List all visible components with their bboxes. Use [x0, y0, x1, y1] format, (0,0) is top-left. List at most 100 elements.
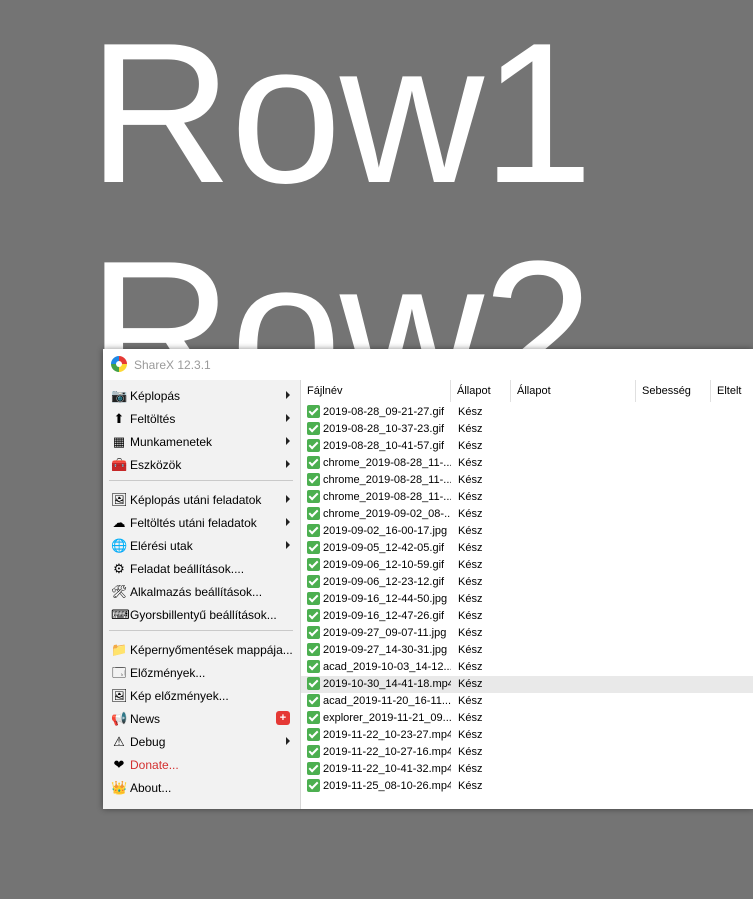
checkmark-icon [307, 779, 320, 792]
table-row[interactable]: 2019-08-28_10-41-57.gif Kész [301, 438, 753, 455]
table-row[interactable]: 2019-09-02_16-00-17.jpg Kész [301, 523, 753, 540]
table-row[interactable]: 2019-09-05_12-42-05.gif Kész [301, 540, 753, 557]
menu-item-7[interactable]: ⚙ Feladat beállítások.... [103, 558, 300, 581]
file-name: 2019-11-22_10-41-32.mp4 [323, 763, 451, 775]
file-status: Kész [458, 576, 483, 588]
menu-item-5[interactable]: ☁ Feltöltés utáni feladatok [103, 512, 300, 535]
column-header-speed[interactable]: Sebesség [636, 380, 711, 402]
grid-icon: ▦ [112, 434, 126, 449]
file-status: Kész [458, 593, 483, 605]
column-header-status-2[interactable]: Állapot [511, 380, 636, 402]
column-header-filename[interactable]: Fájlnév [301, 380, 451, 402]
file-status: Kész [458, 525, 483, 537]
submenu-arrow-icon [286, 391, 290, 399]
file-name: chrome_2019-08-28_11-... [323, 491, 451, 503]
news-badge: + [276, 711, 290, 725]
table-row[interactable]: acad_2019-11-20_16-11... Kész [301, 693, 753, 710]
file-name: 2019-09-16_12-44-50.jpg [323, 593, 448, 605]
file-status: Kész [458, 661, 483, 673]
menu-item-12[interactable]: 🖼 Kép előzmények... [103, 685, 300, 708]
file-status: Kész [458, 440, 483, 452]
file-name: 2019-11-22_10-27-16.mp4 [323, 746, 451, 758]
menu-item-8[interactable]: 🛠 Alkalmazás beállítások... [103, 581, 300, 604]
menu-item-label: Képlopás [130, 389, 181, 403]
checkmark-icon [307, 575, 320, 588]
file-status: Kész [458, 712, 483, 724]
checkmark-icon [307, 558, 320, 571]
menu-item-16[interactable]: 👑 About... [103, 777, 300, 800]
table-row[interactable]: 2019-09-16_12-47-26.gif Kész [301, 608, 753, 625]
menu-item-label: Kép előzmények... [130, 689, 229, 703]
menu-item-2[interactable]: ▦ Munkamenetek [103, 431, 300, 454]
image-history-icon: 🖼 [111, 688, 128, 703]
file-status: Kész [458, 695, 483, 707]
table-row[interactable]: chrome_2019-08-28_11-... Kész [301, 472, 753, 489]
menu-item-label: Előzmények... [130, 666, 206, 680]
table-row[interactable]: 2019-09-27_14-30-31.jpg Kész [301, 642, 753, 659]
menu-item-1[interactable]: ⬆ Feltöltés [103, 408, 300, 431]
keyboard-icon: ⌨ [111, 607, 130, 622]
menu-item-label: Munkamenetek [130, 435, 213, 449]
file-status: Kész [458, 457, 483, 469]
menu-separator [109, 630, 293, 631]
menu-item-4[interactable]: 🖼 Képlopás utáni feladatok [103, 489, 300, 512]
file-name: explorer_2019-11-21_09... [323, 712, 451, 724]
menu-item-13[interactable]: 📢 News + [103, 708, 300, 731]
file-name: 2019-08-28_10-41-57.gif [323, 440, 445, 452]
table-row[interactable]: 2019-09-06_12-10-59.gif Kész [301, 557, 753, 574]
file-name: chrome_2019-08-28_11-... [323, 474, 451, 486]
checkmark-icon [307, 660, 320, 673]
menu-item-10[interactable]: 📁 Képernyőmentések mappája... [103, 639, 300, 662]
table-row[interactable]: 2019-09-27_09-07-11.jpg Kész [301, 625, 753, 642]
table-row[interactable]: chrome_2019-08-28_11-... Kész [301, 489, 753, 506]
toolbox-icon: 🧰 [111, 457, 128, 472]
submenu-arrow-icon [286, 495, 290, 503]
file-name: 2019-09-06_12-10-59.gif [323, 559, 445, 571]
menu-item-3[interactable]: 🧰 Eszközök [103, 454, 300, 477]
checkmark-icon [307, 592, 320, 605]
column-header-elapsed[interactable]: Eltelt [711, 380, 753, 402]
title-bar[interactable]: ShareX 12.3.1 [103, 349, 753, 380]
image-task-icon: 🖼 [111, 492, 128, 507]
checkmark-icon [307, 439, 320, 452]
checkmark-icon [307, 473, 320, 486]
checkmark-icon [307, 626, 320, 639]
gear-icon: ⚙ [113, 561, 125, 576]
checkmark-icon [307, 609, 320, 622]
file-status: Kész [458, 491, 483, 503]
table-row[interactable]: 2019-09-16_12-44-50.jpg Kész [301, 591, 753, 608]
table-row[interactable]: acad_2019-10-03_14-12... Kész [301, 659, 753, 676]
table-row[interactable]: 2019-11-22_10-23-27.mp4 Kész [301, 727, 753, 744]
checkmark-icon [307, 524, 320, 537]
table-row[interactable]: 2019-11-25_08-10-26.mp4 Kész [301, 778, 753, 795]
file-name: 2019-08-28_09-21-27.gif [323, 406, 445, 418]
menu-item-9[interactable]: ⌨ Gyorsbillentyű beállítások... [103, 604, 300, 627]
menu-item-label: Donate... [130, 758, 179, 772]
cloud-icon: ☁ [112, 515, 126, 530]
table-row[interactable]: explorer_2019-11-21_09... Kész [301, 710, 753, 727]
table-row[interactable]: 2019-08-28_10-37-23.gif Kész [301, 421, 753, 438]
menu-item-14[interactable]: ⚠ Debug [103, 731, 300, 754]
table-row[interactable]: 2019-08-28_09-21-27.gif Kész [301, 404, 753, 421]
warning-icon: ⚠ [113, 734, 125, 749]
table-row[interactable]: 2019-11-22_10-41-32.mp4 Kész [301, 761, 753, 778]
file-status: Kész [458, 644, 483, 656]
menu-item-label: News [130, 712, 161, 726]
menu-item-15[interactable]: ❤ Donate... [103, 754, 300, 777]
file-status: Kész [458, 610, 483, 622]
menu-item-label: Alkalmazás beállítások... [130, 585, 263, 599]
submenu-arrow-icon [286, 518, 290, 526]
menu-item-6[interactable]: 🌐 Elérési utak [103, 535, 300, 558]
file-status: Kész [458, 423, 483, 435]
file-name: acad_2019-11-20_16-11... [323, 695, 451, 707]
menu-item-0[interactable]: 📷 Képlopás [103, 385, 300, 408]
table-row[interactable]: 2019-09-06_12-23-12.gif Kész [301, 574, 753, 591]
column-header-status[interactable]: Állapot [451, 380, 511, 402]
file-status: Kész [458, 542, 483, 554]
table-row[interactable]: 2019-10-30_14-41-18.mp4 Kész [301, 676, 753, 693]
menu-item-11[interactable]: 🗔 Előzmények... [103, 662, 300, 685]
table-row[interactable]: 2019-11-22_10-27-16.mp4 Kész [301, 744, 753, 761]
table-row[interactable]: chrome_2019-08-28_11-... Kész [301, 455, 753, 472]
megaphone-icon: 📢 [111, 711, 128, 726]
table-row[interactable]: chrome_2019-09-02_08-... Kész [301, 506, 753, 523]
